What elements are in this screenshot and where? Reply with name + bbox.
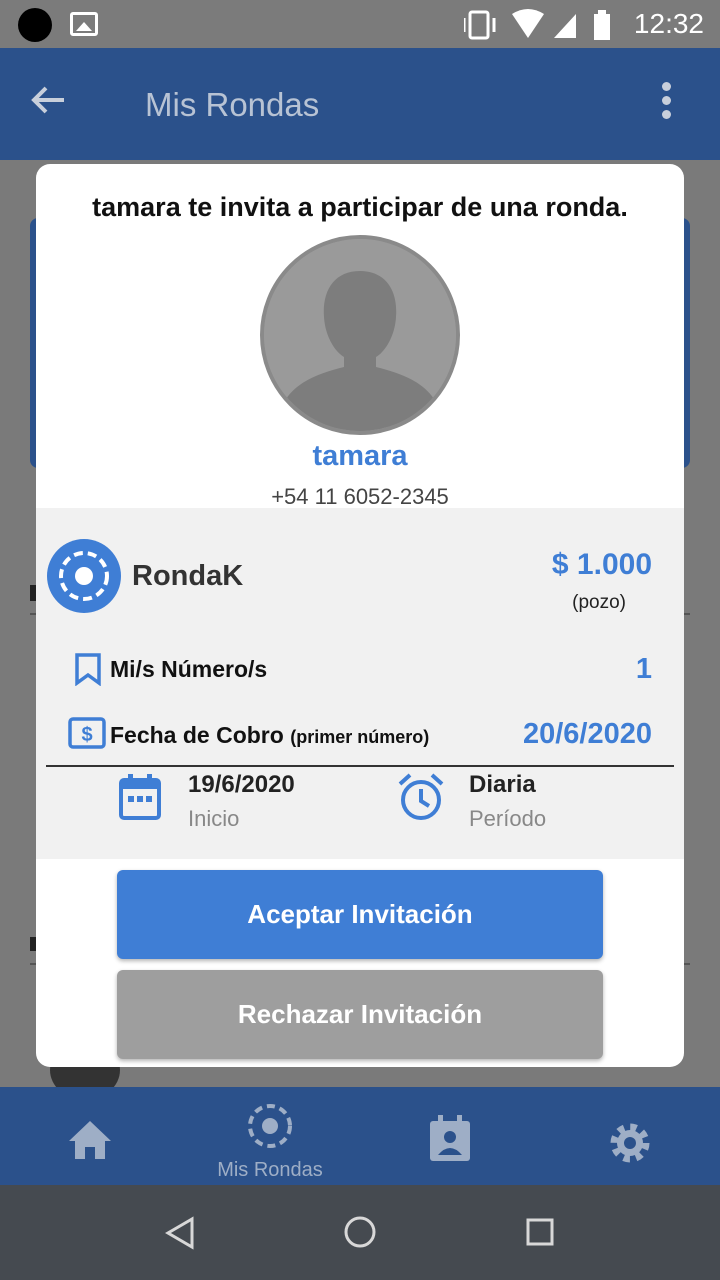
rondas-icon [59,551,109,601]
accept-invitation-button[interactable]: Aceptar Invitación [117,870,603,959]
gear-icon [610,1123,650,1163]
status-icons [464,9,610,40]
ronda-name: RondaK [132,560,244,592]
app-bar: Mis Rondas [0,48,720,160]
pozo-label: (pozo) [572,592,626,613]
nav-label: Mis Rondas [217,1159,323,1181]
divider [46,765,674,767]
host-phone: +54 11 6052-2345 [271,484,449,509]
image-notification-icon [70,12,98,36]
back-triangle-icon[interactable] [164,1216,196,1250]
invitation-dialog: tamara te invita a participar de una ron… [36,164,684,1067]
back-arrow-icon[interactable] [28,80,68,120]
contact-card-icon [430,1115,470,1161]
home-circle-icon[interactable] [343,1215,377,1249]
periodo-value: Diaria [469,771,536,798]
nav-settings[interactable] [540,1087,720,1185]
calendar-icon [119,774,161,820]
fecha-cobro-label-text: Fecha de Cobro [110,722,284,748]
alarm-clock-icon [398,773,444,820]
money-icon: $ [68,717,106,749]
dialog-title: tamara te invita a participar de una ron… [92,192,628,222]
recents-square-icon[interactable] [525,1217,555,1247]
person-silhouette-icon [264,239,456,431]
rondas-icon [248,1104,292,1148]
fecha-cobro-label: Fecha de Cobro (primer número) [110,722,429,749]
status-time: 12:32 [633,8,704,39]
nav-mis-rondas[interactable]: Mis Rondas [180,1087,360,1185]
numeros-label: Mi/s Número/s [110,656,268,682]
ronda-icon [47,539,121,613]
inicio-value: 19/6/2020 [188,771,295,798]
fecha-cobro-note: (primer número) [290,727,430,747]
pozo-amount: $ 1.000 [551,548,652,581]
reject-invitation-button[interactable]: Rechazar Invitación [117,970,603,1059]
bookmark-icon [75,653,101,686]
notification-dot-icon [18,8,52,42]
ronda-info-panel: RondaK $ 1.000 (pozo) Mi/s Número/s 1 $ … [36,508,684,859]
inicio-label: Inicio [188,806,240,831]
nav-contacts[interactable] [360,1087,540,1185]
host-name: tamara [312,440,408,472]
page-title: Mis Rondas [145,86,320,123]
fecha-cobro-value: 20/6/2020 [522,718,652,750]
overflow-menu-icon[interactable] [662,82,671,124]
system-nav-bar [0,1185,720,1280]
periodo-label: Período [469,806,547,831]
status-bar: 12:32 [0,0,720,48]
numeros-value: 1 [635,653,652,685]
bottom-nav: Mis Rondas [0,1087,720,1185]
svg-text:$: $ [81,724,92,746]
nav-home[interactable] [0,1087,180,1185]
avatar [260,235,460,435]
home-icon [69,1121,111,1159]
